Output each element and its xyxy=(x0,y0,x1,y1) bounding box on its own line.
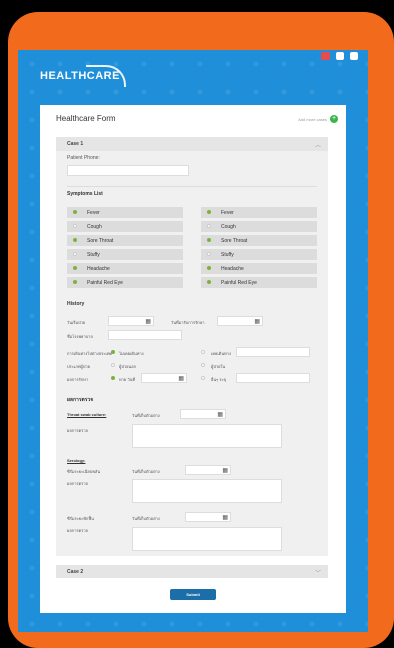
check-icon xyxy=(73,238,77,242)
acute-date-input[interactable]: ▦ xyxy=(185,465,231,475)
symptom-item[interactable]: Sore Throat xyxy=(201,235,317,246)
travel-detail-input[interactable] xyxy=(236,347,310,357)
onset-date-input[interactable]: ▦ xyxy=(108,316,154,326)
throat-result-input[interactable] xyxy=(132,424,282,448)
symptom-item[interactable]: Headache xyxy=(201,263,317,274)
conv-date-label: วันที่เก็บตัวอย่าง xyxy=(132,516,160,521)
serology-label: Serology: xyxy=(67,458,86,463)
throat-result-label: ผลการตรวจ xyxy=(67,428,88,433)
patient-phone-input[interactable] xyxy=(67,165,189,176)
result-opt2-label: อื่นๆ ระบุ xyxy=(211,377,227,382)
symptom-item[interactable]: Cough xyxy=(201,221,317,232)
throat-date-label: วันที่เก็บตัวอย่าง xyxy=(132,413,160,418)
history-title: History xyxy=(67,301,85,307)
symptom-item[interactable]: Fever xyxy=(67,207,183,218)
case-1-title: Case 1 xyxy=(67,141,84,147)
patient-type-label: ประเภทผู้ป่วย xyxy=(67,364,90,369)
patient-opt2-label: ผู้ป่วยใน xyxy=(211,364,226,369)
symptom-item[interactable]: Fever xyxy=(201,207,317,218)
acute-date-label: วันที่เก็บตัวอย่าง xyxy=(132,469,160,474)
travel-opt1-label: ไม่เคยเดินทาง xyxy=(119,351,144,356)
result-label: ผลการรักษา xyxy=(67,377,89,382)
travel-radio-2[interactable] xyxy=(201,350,205,354)
check-icon xyxy=(207,210,211,214)
app-screen: HEALTHCARE Healthcare Form Add more case… xyxy=(18,50,368,632)
chevron-down-icon[interactable]: ﹀ xyxy=(315,568,321,577)
symptom-item[interactable]: Stuffy xyxy=(67,249,183,260)
travel-opt2-label: เคยเดินทาง xyxy=(211,351,231,356)
lab-title: ผลการตรวจ xyxy=(67,397,94,403)
calendar-icon[interactable]: ▦ xyxy=(217,411,223,418)
calendar-icon[interactable]: ▦ xyxy=(254,318,260,325)
conv-result-label: ผลการตรวจ xyxy=(67,528,88,533)
check-icon xyxy=(207,252,211,256)
check-icon xyxy=(73,224,77,228)
acute-result-input[interactable] xyxy=(132,479,282,503)
plus-icon: + xyxy=(330,115,338,123)
patient-type-radio-2[interactable] xyxy=(201,363,205,367)
form-title: Healthcare Form xyxy=(56,114,116,123)
conv-result-input[interactable] xyxy=(132,527,282,551)
patient-opt1-label: ผู้ป่วยนอก xyxy=(119,364,137,369)
symptom-item[interactable]: Painful Red Eye xyxy=(67,277,183,288)
conv-date-input[interactable]: ▦ xyxy=(185,512,231,522)
hospital-label: ชื่อโรงพยาบาล xyxy=(67,334,93,339)
device-frame: HEALTHCARE Healthcare Form Add more case… xyxy=(0,0,394,648)
throat-date-input[interactable]: ▦ xyxy=(180,409,226,419)
case-1-panel: Case 1 ︿ Patient Phone: Symptoms List Fe… xyxy=(56,137,328,556)
check-icon xyxy=(73,210,77,214)
travel-label: การเดินทางไปต่างประเทศ xyxy=(67,351,113,356)
check-icon xyxy=(73,266,77,270)
symptoms-title: Symptoms List xyxy=(67,191,103,197)
case-1-header[interactable]: Case 1 ︿ xyxy=(56,137,328,151)
travel-radio-1[interactable] xyxy=(111,350,115,354)
visit-date-label: วันที่มารับการรักษา xyxy=(171,320,205,325)
check-icon xyxy=(207,266,211,270)
result-radio-2[interactable] xyxy=(201,376,205,380)
symptom-item[interactable]: Headache xyxy=(67,263,183,274)
result-other-input[interactable] xyxy=(236,373,310,383)
symptom-item[interactable]: Stuffy xyxy=(201,249,317,260)
add-case-label: Add more cases xyxy=(298,116,327,122)
add-case-button[interactable]: Add more cases + xyxy=(298,115,338,123)
case-2-title: Case 2 xyxy=(67,569,84,575)
calendar-icon[interactable]: ▦ xyxy=(178,375,184,382)
notification-icon[interactable] xyxy=(321,52,330,60)
check-icon xyxy=(73,280,77,284)
convalescent-label: ซีรั่มระยะพักฟื้น xyxy=(67,516,94,521)
visit-date-input[interactable]: ▦ xyxy=(217,316,263,326)
onset-date-label: วันเริ่มป่วย xyxy=(67,320,86,325)
chat-icon[interactable] xyxy=(350,52,358,60)
symptom-item[interactable]: Cough xyxy=(67,221,183,232)
symptom-item[interactable]: Painful Red Eye xyxy=(201,277,317,288)
recovery-date-input[interactable]: ▦ xyxy=(141,373,187,383)
result-opt1-label: หาย วันที่ xyxy=(119,377,135,382)
chevron-up-icon[interactable]: ︿ xyxy=(315,140,321,149)
submit-button[interactable]: Submit xyxy=(170,589,216,600)
symptom-item[interactable]: Sore Throat xyxy=(67,235,183,246)
case-2-header[interactable]: Case 2 ﹀ xyxy=(56,565,328,578)
hospital-input[interactable] xyxy=(108,330,182,340)
patient-phone-label: Patient Phone: xyxy=(67,155,100,161)
acute-result-label: ผลการตรวจ xyxy=(67,481,88,486)
calendar-icon[interactable]: ▦ xyxy=(145,318,151,325)
check-icon xyxy=(73,252,77,256)
acute-label: ซีรั่มระยะเฉียบพลัน xyxy=(67,469,101,474)
check-icon xyxy=(207,280,211,284)
calendar-icon[interactable]: ▦ xyxy=(222,514,228,521)
calendar-icon[interactable]: ▦ xyxy=(222,467,228,474)
divider xyxy=(67,186,317,187)
patient-type-radio-1[interactable] xyxy=(111,363,115,367)
system-icons xyxy=(321,52,358,60)
result-radio-1[interactable] xyxy=(111,376,115,380)
settings-icon[interactable] xyxy=(336,52,344,60)
throat-swab-label: Throat swab culture: xyxy=(67,412,107,417)
form-card: Healthcare Form Add more cases + Case 1 … xyxy=(40,105,346,613)
check-icon xyxy=(207,238,211,242)
check-icon xyxy=(207,224,211,228)
